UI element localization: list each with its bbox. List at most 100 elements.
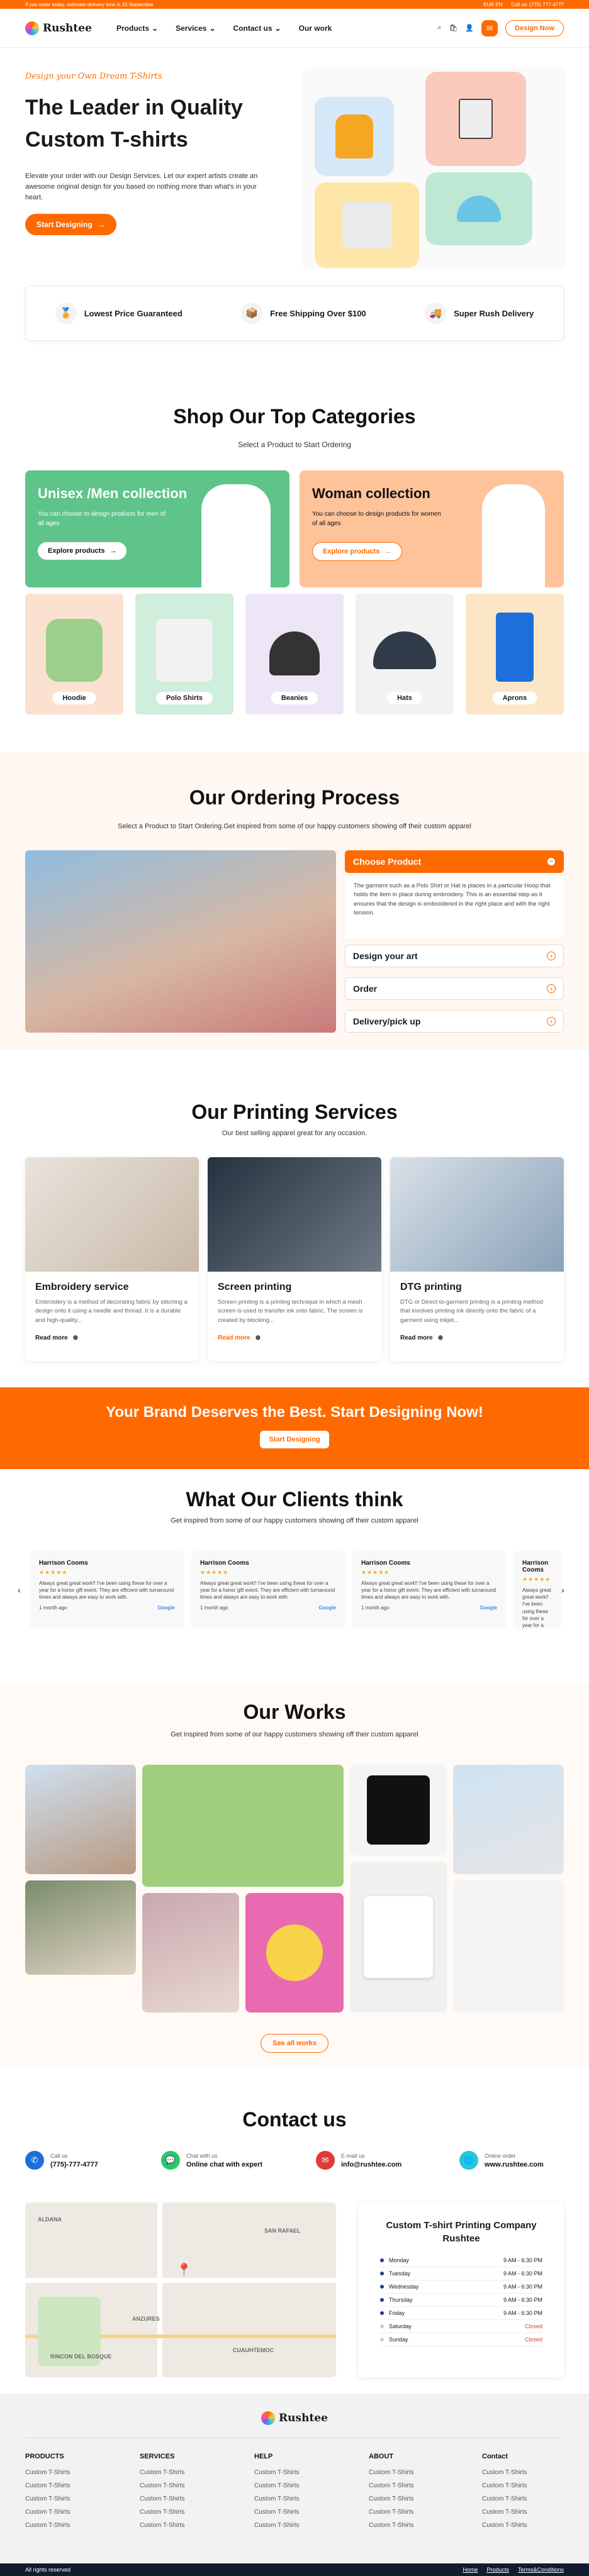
work-photo[interactable] (453, 1880, 564, 2012)
process-subtitle: Select a Product to Start Ordering.Get i… (118, 823, 471, 830)
hero-title-1: The Leader in Quality (25, 96, 243, 119)
woman-explore-button[interactable]: Explore products → (312, 542, 403, 561)
opening-hours-card: Custom T-shirt Printing Company Rushtee … (359, 2202, 564, 2377)
feature-free-shipping: 📦 Free Shipping Over $100 (241, 303, 366, 324)
footer-contact: Contact Custom T-Shirts Custom T-Shirts Cus… (482, 2453, 527, 2529)
nav-services[interactable]: Services ⌄ (176, 24, 215, 33)
cap-tile (425, 172, 532, 245)
footer-about: ABOUT Custom T-Shirts Custom T-Shirts Custo… (369, 2453, 414, 2529)
work-photo[interactable] (453, 1765, 564, 1874)
products-link[interactable]: Products (486, 2567, 509, 2573)
nav-contact[interactable]: Contact us ⌄ (233, 24, 281, 33)
category-beanies[interactable]: Beanies (245, 594, 344, 714)
cta-banner: Your Brand Deserves the Best. Start Desi… (0, 1387, 589, 1469)
next-arrow-icon[interactable]: › (561, 1585, 564, 1595)
work-photo[interactable] (142, 1765, 344, 1887)
call-text[interactable]: Call us: (775) 777-4777 (511, 2, 564, 8)
user-icon[interactable]: 👤 (465, 24, 474, 32)
categories-title: Shop Our Top Categories (173, 405, 416, 428)
prev-arrow-icon[interactable]: ‹ (18, 1585, 21, 1595)
woman-collection-card[interactable]: Woman collection You can choose to desig… (300, 470, 564, 587)
work-photo[interactable] (350, 1765, 447, 1855)
footer-logo[interactable]: Rushtee (0, 2411, 589, 2425)
printing-title: Our Printing Services (191, 1101, 398, 1123)
category-aprons[interactable]: Aprons (466, 594, 564, 714)
service-embroidery[interactable]: Embroidery service Embroidery is a method… (25, 1157, 199, 1361)
map-label: RINCON DEL BOSQUE (50, 2353, 112, 2360)
read-more-link[interactable]: Read more ⊕ (218, 1335, 371, 1341)
brand-name: Rushtee (43, 21, 92, 35)
start-designing-button[interactable]: Start Designing → (25, 214, 116, 235)
map-label: SAN RAFAEL (264, 2228, 301, 2234)
truck-icon: 🚚 (425, 303, 447, 324)
work-photo[interactable] (25, 1765, 136, 1874)
cart-icon[interactable]: 🛍 (449, 24, 457, 32)
work-photo[interactable] (245, 1893, 344, 2012)
hero-description: Elevate your order with our Design Servi… (25, 172, 258, 202)
step-choose-product[interactable]: Choose Product − (345, 850, 564, 873)
category-hats[interactable]: Hats (356, 594, 454, 714)
works-subtitle: Get inspired from some of our happy cust… (171, 1731, 418, 1738)
category-hoodie[interactable]: Hoodie (25, 594, 123, 714)
award-icon: 🏅 (55, 303, 77, 324)
design-now-button[interactable]: Design Now (505, 19, 564, 36)
work-photo[interactable] (142, 1893, 239, 2012)
banner-start-button[interactable]: Start Designing (260, 1431, 329, 1448)
service-dtg[interactable]: DTG printing DTG or Direct-to-garment pri… (390, 1157, 564, 1361)
works-title: Our Works (243, 1701, 346, 1723)
see-all-works-button[interactable]: See all works (261, 2034, 328, 2053)
step-design-art[interactable]: Design your art › (345, 945, 564, 967)
unisex-desc: You can choose to design products for me… (38, 511, 166, 527)
nav-products[interactable]: Products ⌄ (116, 24, 158, 33)
unisex-collection-card[interactable]: Unisex /Men collection You can choose to… (25, 470, 289, 587)
map-label: ANZURES (132, 2316, 160, 2322)
footer-services: SERVICES Custom T-Shirts Custom T-Shirts Cu… (140, 2453, 185, 2529)
contact-chat[interactable]: 💬 Chat with us Online chat with expert (161, 2151, 262, 2170)
top-bar: If you order today, estimate delivery ti… (0, 0, 589, 9)
contact-online-order[interactable]: 🌐 Online order www.rushtee.com (459, 2151, 544, 2170)
contact-email[interactable]: ✉ E-mail us info@rushtee.com (316, 2151, 401, 2170)
map-pin-icon: 📍 (176, 2263, 192, 2277)
step-detail: The garment such as a Polo Shirt or Hat … (345, 875, 564, 938)
work-photo[interactable] (350, 1862, 447, 2012)
main-nav: Rushtee Products ⌄ Services ⌄ Contact us ⌄ … (0, 9, 589, 48)
work-photo[interactable] (25, 1880, 136, 1975)
search-icon[interactable]: ⌕ (437, 24, 441, 32)
read-more-link[interactable]: Read more ⊕ (35, 1335, 189, 1341)
woman-desc: You can choose to design products for wo… (312, 511, 441, 527)
printing-subtitle: Our best selling apparel great for any o… (222, 1130, 367, 1137)
tshirt-tile (315, 182, 419, 268)
brand-logo[interactable]: Rushtee (25, 21, 116, 35)
banner-title: Your Brand Deserves the Best. Start Desi… (106, 1404, 483, 1421)
step-delivery[interactable]: Delivery/pick up › (345, 1010, 564, 1033)
home-link[interactable]: Home (463, 2567, 478, 2573)
feature-rush-delivery: 🚚 Super Rush Delivery (425, 303, 534, 324)
terms-link[interactable]: Terms&Conditions (518, 2567, 564, 2573)
process-photo (25, 850, 336, 1033)
hoodie-tile (315, 97, 394, 176)
review-card: Harrison Cooms ★★★★★ Always great great wo… (513, 1551, 561, 1629)
step-order[interactable]: Order › (345, 977, 564, 1000)
review-card: Harrison Cooms ★★★★★ Always great great wo… (191, 1551, 345, 1629)
category-polo[interactable]: Polo Shirts (135, 594, 233, 714)
chat-icon[interactable]: ✉ (481, 19, 498, 36)
locale-selector[interactable]: EUR EN (483, 2, 502, 8)
unisex-explore-button[interactable]: Explore products → (38, 542, 127, 560)
review-card: Harrison Cooms ★★★★★ Always great great wo… (30, 1551, 184, 1629)
contact-call[interactable]: ✆ Call us (775)-777-4777 (25, 2151, 98, 2170)
service-screen-printing[interactable]: Screen printing Screen printing is a prin… (208, 1157, 381, 1361)
hero: Design your Own Dream T-Shirts The Leade… (0, 48, 589, 280)
location-map[interactable]: ALDANA SAN RAFAEL ANZURES RINCON DEL BOS… (25, 2202, 336, 2377)
nav-our-work[interactable]: Our work (299, 24, 332, 33)
mail-icon: ✉ (316, 2151, 335, 2170)
contact-title: Contact us (242, 2108, 347, 2131)
categories-subtitle: Select a Product to Start Ordering (237, 440, 352, 449)
promo-text: If you order today, estimate delivery ti… (25, 1, 154, 8)
shipping-icon: 📦 (241, 303, 263, 324)
clients-subtitle: Get inspired from some of our happy cust… (171, 1517, 418, 1524)
read-more-link[interactable]: Read more ⊕ (400, 1335, 554, 1341)
woman-photo (482, 484, 545, 587)
footer-products: PRODUCTS Custom T-Shirts Custom T-Shirts Cu… (25, 2453, 70, 2529)
chat-bubble-icon: 💬 (161, 2151, 180, 2170)
hero-title-2: Custom T-shirts (25, 128, 188, 152)
